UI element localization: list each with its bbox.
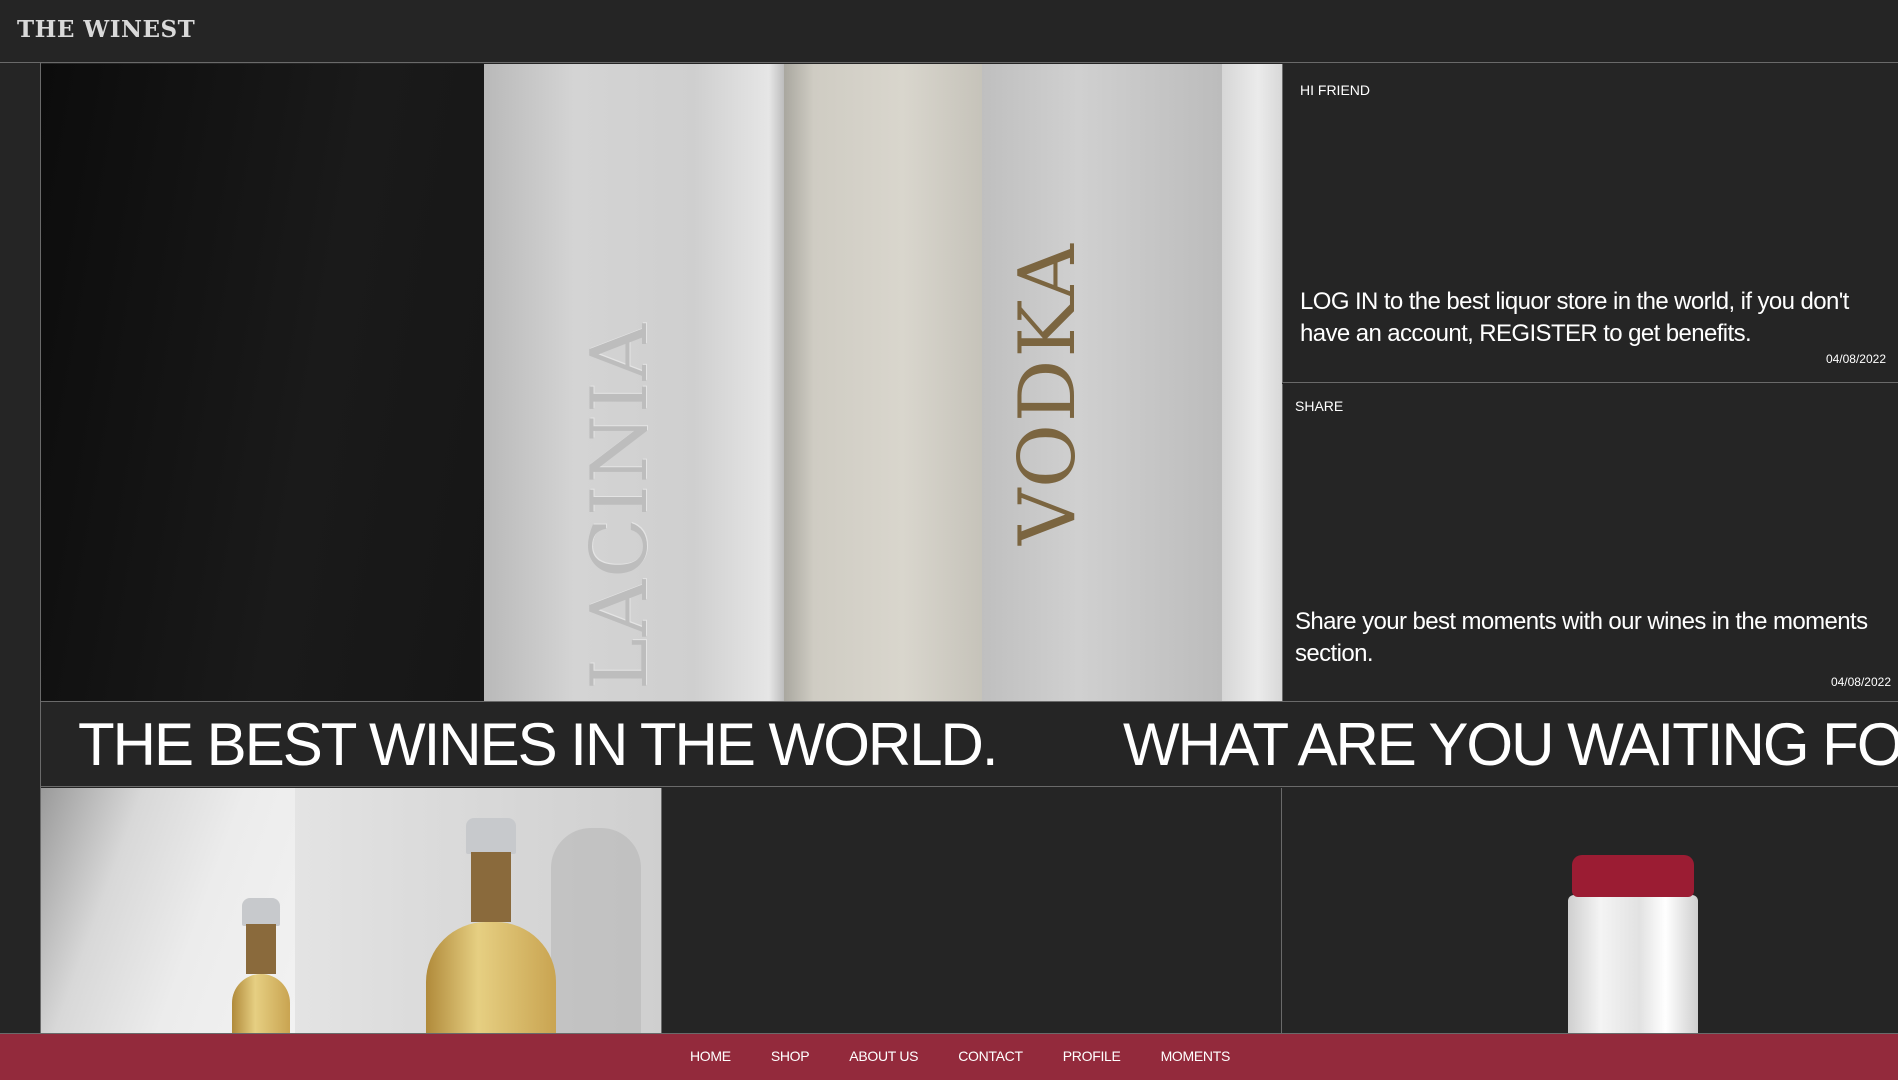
panel-date: 04/08/2022 [1825, 352, 1886, 366]
nav-contact[interactable]: CONTACT [958, 1048, 1023, 1064]
panel-date: 04/08/2022 [1830, 675, 1891, 689]
bottle-cap [1572, 855, 1694, 897]
bottle-middle [784, 64, 982, 701]
nav-moments[interactable]: MOMENTS [1161, 1048, 1231, 1064]
nav-about-us[interactable]: ABOUT US [849, 1048, 918, 1064]
marquee-text-2: WHAT ARE YOU WAITING FOR [1123, 711, 1898, 778]
login-panel[interactable]: HI FRIEND LOG IN to the best liquor stor… [1282, 64, 1898, 383]
top-bar: THE WINEST [0, 0, 1898, 63]
share-panel[interactable]: SHARE Share your best moments with our w… [1282, 384, 1898, 701]
grid-divider [661, 788, 662, 1033]
nav-profile[interactable]: PROFILE [1063, 1048, 1121, 1064]
panel-tag: SHARE [1295, 398, 1344, 414]
panel-message: LOG IN to the best liquor store in the w… [1300, 288, 1849, 347]
bottle-label-vodka: VODKA [1003, 242, 1093, 545]
marquee-band: THE BEST WINES IN THE WORLD. WHAT ARE YO… [41, 701, 1898, 787]
clear-bottle-image [1568, 855, 1698, 1045]
large-wine-bottle [411, 818, 571, 1033]
bottle-label-lacinia: LACINIA [575, 321, 665, 690]
panel-message: Share your best moments with our wines i… [1295, 608, 1868, 667]
site-logo[interactable]: THE WINEST [17, 16, 195, 43]
wine-bottles-image [41, 788, 661, 1033]
bottle-neck [1568, 895, 1698, 1045]
bottle-edge [1222, 64, 1282, 701]
hero-dark-area [41, 64, 484, 701]
nav-shop[interactable]: SHOP [771, 1048, 810, 1064]
footer-nav-bar: HOME SHOP ABOUT US CONTACT PROFILE MOMEN… [0, 1033, 1898, 1080]
panel-tag: HI FRIEND [1300, 82, 1370, 98]
small-wine-bottle [201, 898, 321, 1033]
nav-home[interactable]: HOME [690, 1048, 731, 1064]
main-nav: HOME SHOP ABOUT US CONTACT PROFILE MOMEN… [690, 1048, 1270, 1064]
grid-divider [1281, 788, 1282, 1033]
marquee-text-1: THE BEST WINES IN THE WORLD. [78, 711, 999, 778]
